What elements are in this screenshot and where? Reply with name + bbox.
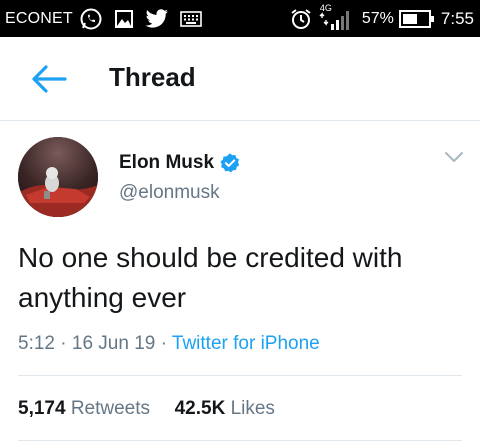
signal-icon: 4G — [318, 2, 352, 32]
battery-icon — [398, 9, 435, 28]
divider — [18, 440, 462, 441]
author-name[interactable]: Elon Musk — [119, 152, 214, 174]
tweet-date: 16 Jun 19 — [71, 333, 156, 354]
likes-stat[interactable]: 42.5K Likes — [175, 398, 275, 419]
back-button[interactable] — [31, 64, 67, 94]
arrow-left-icon — [32, 65, 67, 93]
chevron-down-icon — [445, 152, 463, 162]
status-bar: ECONET 4G 57% 7:55 — [0, 0, 480, 37]
meta-separator: · — [160, 333, 167, 354]
retweets-count: 5,174 — [18, 398, 66, 419]
retweets-label: Retweets — [70, 398, 151, 419]
meta-separator: · — [60, 333, 67, 354]
avatar[interactable] — [18, 137, 98, 217]
author-handle[interactable]: @elonmusk — [119, 182, 220, 204]
keyboard-icon — [180, 10, 202, 27]
gallery-icon — [114, 9, 134, 29]
carrier-name: ECONET — [5, 9, 73, 27]
likes-count: 42.5K — [174, 398, 226, 419]
tweet-source-link[interactable]: Twitter for iPhone — [172, 333, 320, 354]
thread-header: Thread — [0, 37, 480, 121]
tweet-options-button[interactable] — [444, 150, 464, 169]
author-name-row[interactable]: Elon Musk — [119, 152, 241, 174]
twitter-icon — [145, 8, 169, 29]
tweet-text: No one should be credited with anything … — [18, 242, 403, 313]
retweets-stat[interactable]: 5,174 Retweets — [18, 398, 155, 419]
likes-label: Likes — [230, 398, 275, 419]
clock: 7:55 — [440, 8, 474, 28]
tweet-metadata: 5:12 · 16 Jun 19 · Twitter for iPhone — [18, 333, 320, 355]
battery-percent: 57% — [361, 9, 394, 27]
verified-badge-icon — [219, 152, 241, 174]
network-type: 4G — [319, 2, 332, 13]
page-title: Thread — [109, 62, 196, 92]
divider — [18, 375, 462, 376]
tweet-stats: 5,174 Retweets 42.5K Likes — [18, 398, 275, 420]
alarm-icon — [290, 8, 312, 30]
tweet-time: 5:12 — [18, 333, 55, 354]
avatar-image — [18, 137, 98, 217]
whatsapp-icon — [79, 7, 103, 31]
